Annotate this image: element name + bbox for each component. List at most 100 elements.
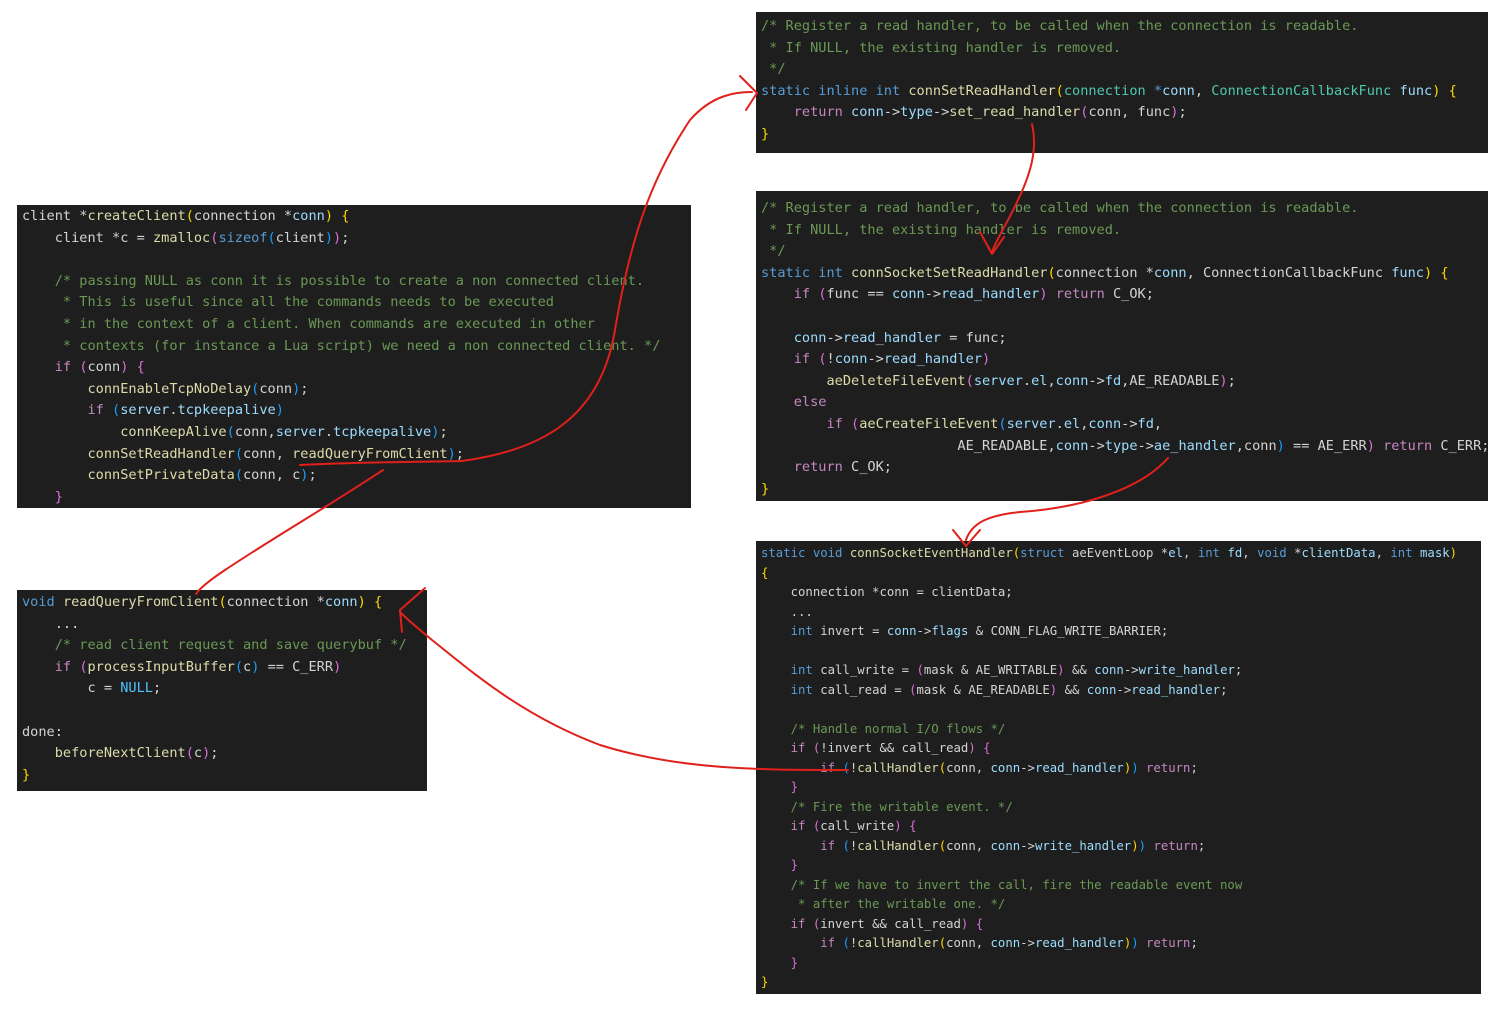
code-token: conn	[886, 624, 917, 638]
code-line: * This is useful since all the commands …	[22, 292, 691, 314]
code-token: )	[1276, 437, 1285, 454]
code-token: conn	[834, 351, 868, 368]
code-token: &&	[1057, 682, 1087, 697]
code-token: conn	[851, 104, 884, 121]
code-token: connection *	[193, 208, 293, 224]
code-token: )	[1449, 546, 1458, 560]
code-token: {	[1448, 82, 1457, 99]
code-line: beforeNextClient(c);	[22, 743, 427, 765]
code-token: )	[324, 229, 334, 246]
code-token: (	[79, 359, 88, 376]
code-line: if (conn) {	[22, 357, 691, 379]
code-token: struct	[1020, 546, 1065, 560]
code-token: ->	[916, 624, 932, 638]
code-token: )	[1057, 663, 1065, 677]
code-token: static	[761, 546, 806, 560]
code-token: connection *	[226, 594, 325, 610]
code-token: (	[916, 663, 924, 677]
code-token: callHandler	[857, 936, 939, 950]
code-token: ->	[1116, 682, 1132, 697]
code-token: (	[842, 760, 850, 775]
code-token: read_handler	[1034, 760, 1124, 775]
code-token: (	[218, 594, 227, 610]
code-line: /* passing NULL as conn it is possible t…	[22, 271, 691, 293]
code-token: conn	[324, 594, 358, 610]
code-token: )	[333, 658, 342, 675]
code-token: readQueryFromClient	[292, 445, 448, 462]
code-token: if	[54, 359, 72, 376]
code-token: connSetReadHandler	[87, 445, 235, 462]
code-token: conn	[259, 380, 293, 397]
code-token: connKeepAlive	[120, 423, 227, 440]
code-token: invert && call_read	[820, 916, 961, 931]
code-token: (	[851, 415, 860, 432]
code-token: }	[790, 955, 799, 970]
code-line: if (call_write) {	[761, 817, 1481, 837]
code-token: ;	[341, 229, 350, 246]
code-token: ConnectionCallbackFunc	[1211, 82, 1392, 99]
code-token: (	[234, 467, 243, 484]
code-token: (	[818, 286, 827, 303]
code-line: int invert = conn->flags & CONN_FLAG_WRI…	[761, 622, 1481, 642]
code-token: read_handler	[1131, 682, 1221, 697]
code-token: }	[761, 480, 770, 497]
code-token: = func;	[941, 329, 1007, 346]
code-token: write_handler	[1138, 663, 1235, 677]
code-token: .	[1055, 415, 1064, 432]
code-line: * contexts (for instance a Lua script) w…	[22, 336, 691, 358]
code-token: aeCreateFileEvent	[859, 415, 999, 432]
code-token: int	[790, 663, 813, 677]
code-token: ,conn	[1235, 437, 1277, 454]
code-line: static void connSocketEventHandler(struc…	[761, 544, 1481, 564]
code-line: if (!callHandler(conn, conn->write_handl…	[761, 837, 1481, 857]
code-token: server	[275, 423, 325, 440]
code-token: server	[120, 402, 170, 419]
code-line: /* Register a read handler, to be called…	[761, 16, 1488, 38]
code-line: /* If we have to invert the call, fire t…	[761, 876, 1481, 896]
code-token: return	[1146, 936, 1191, 950]
code-line: * If NULL, the existing handler is remov…	[761, 220, 1488, 242]
code-token: {	[761, 565, 769, 580]
code-token: == C_ERR	[259, 658, 334, 675]
code-token: {	[983, 741, 991, 755]
code-token: static	[761, 82, 811, 99]
code-token: client *c =	[22, 229, 153, 246]
code-token: el	[1063, 415, 1081, 432]
code-line: static inline int connSetReadHandler(con…	[761, 81, 1488, 103]
code-token: ,AE_READABLE	[1121, 372, 1220, 389]
code-token: connection	[1063, 82, 1146, 99]
code-token: ->	[1088, 372, 1105, 389]
code-token: client *	[22, 208, 88, 224]
code-token: if	[820, 936, 836, 950]
code-token: ->	[867, 351, 884, 368]
code-token: ,	[1153, 415, 1163, 432]
code-line: }	[22, 765, 427, 787]
code-token: C_OK;	[842, 459, 892, 476]
code-token: ,	[1375, 546, 1391, 560]
code-token: (	[842, 936, 850, 950]
code-token: ;	[1178, 104, 1187, 121]
code-line: }	[761, 856, 1481, 876]
code-token: aeDeleteFileEvent	[826, 372, 966, 389]
code-token: ->	[1020, 838, 1035, 853]
code-line: if (!conn->read_handler)	[761, 349, 1488, 371]
